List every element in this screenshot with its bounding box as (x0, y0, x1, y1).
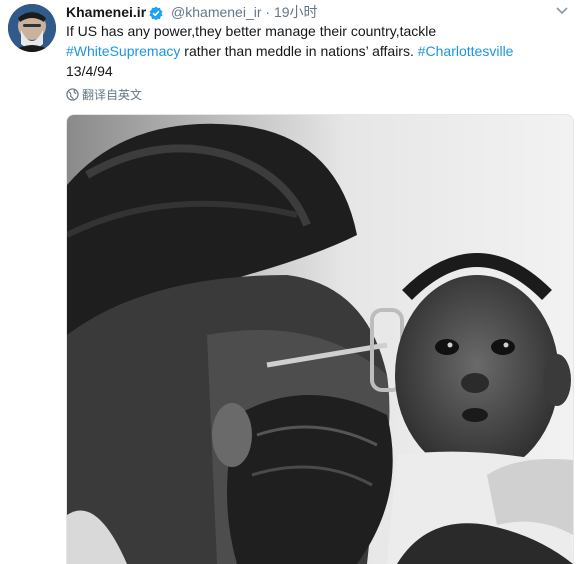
tweet-date-line: 13/4/94 (66, 63, 113, 79)
tweet-timestamp[interactable]: 19小时 (274, 4, 318, 20)
chevron-down-icon[interactable] (552, 2, 572, 20)
translate-tweet-link[interactable]: 翻译自英文 (66, 87, 142, 103)
tweet-text-part: rather than meddle in nations’ affairs. (180, 43, 418, 59)
user-handle[interactable]: @khamenei_ir (171, 4, 261, 20)
tweet-text-part: If US has any power,they better manage t… (66, 23, 437, 39)
tweet-text-line: If US has any power,they better manage t… (66, 21, 566, 41)
tweet-text: If US has any power,they better manage t… (66, 21, 566, 81)
tweet-card[interactable]: Khamenei.ir @khamenei_ir · 19小时 If US ha… (0, 0, 581, 564)
tweet-photo[interactable] (66, 114, 574, 564)
tweet-text-line: #WhiteSupremacy rather than meddle in na… (66, 41, 566, 61)
hashtag-link[interactable]: #Charlottesville (418, 43, 514, 59)
avatar[interactable] (8, 4, 56, 52)
globe-icon (66, 88, 79, 101)
separator-dot: · (265, 4, 271, 20)
display-name[interactable]: Khamenei.ir (66, 4, 146, 20)
translate-label: 翻译自英文 (82, 88, 143, 102)
hashtag-link[interactable]: #WhiteSupremacy (66, 43, 180, 59)
